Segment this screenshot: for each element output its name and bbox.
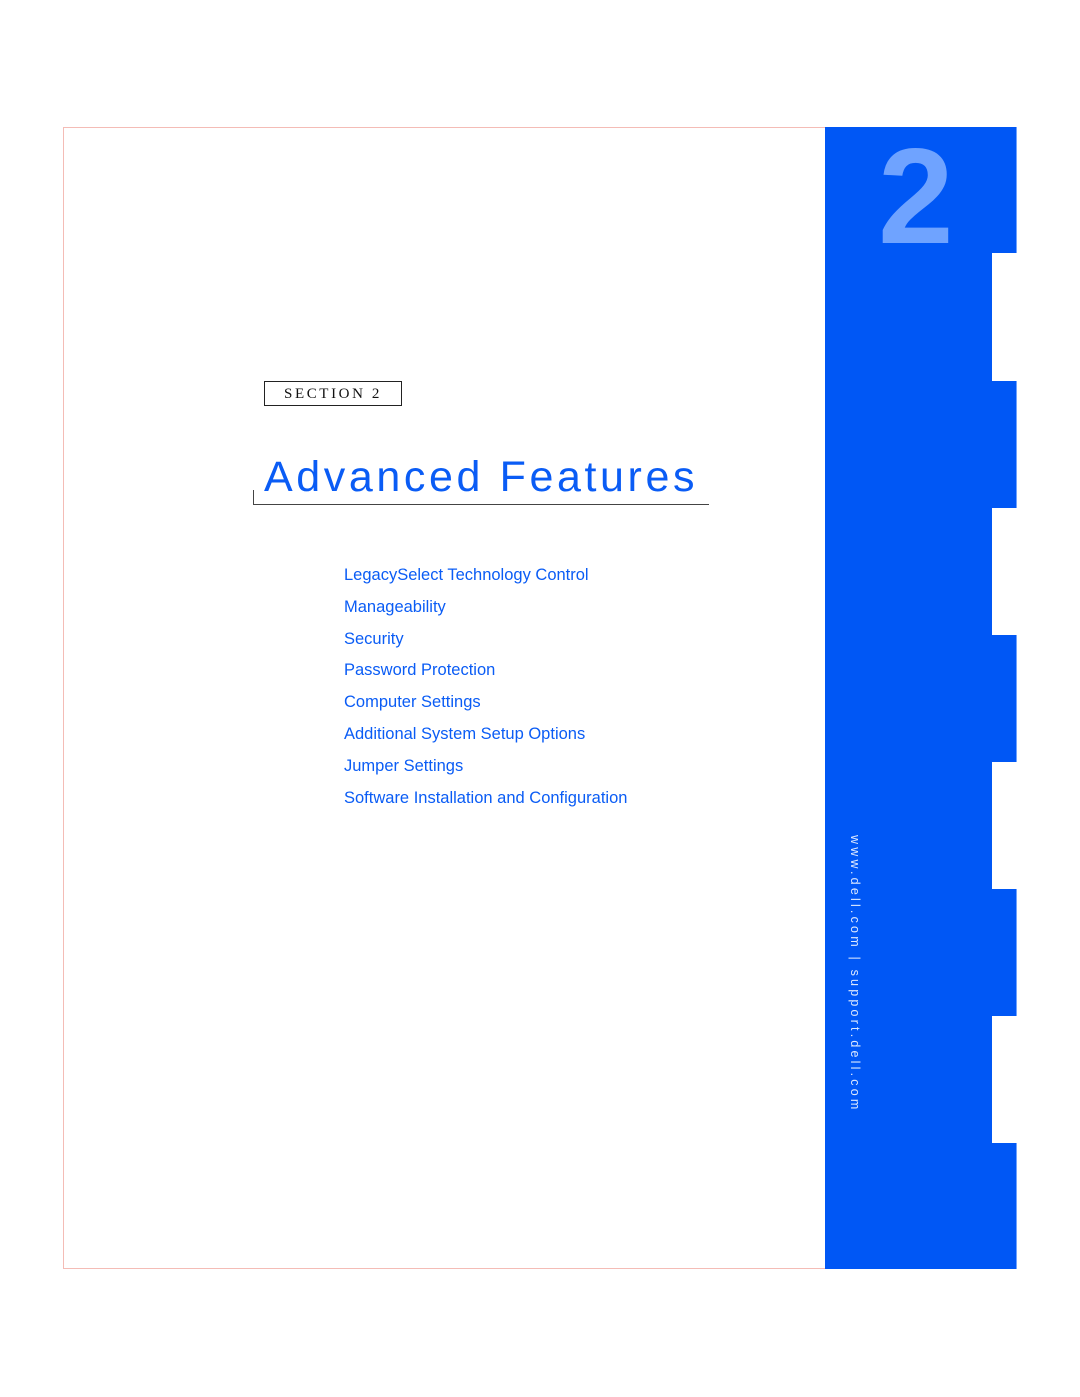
page-title: Advanced Features — [264, 453, 699, 501]
table-of-contents: LegacySelect Technology Control Manageab… — [344, 564, 627, 818]
toc-link-computer-settings[interactable]: Computer Settings — [344, 691, 627, 723]
toc-link-security[interactable]: Security — [344, 628, 627, 660]
chapter-tab — [991, 889, 1016, 1016]
website-url: www.dell.com | support.dell.com — [848, 835, 862, 1113]
toc-link-legacyselect[interactable]: LegacySelect Technology Control — [344, 564, 627, 596]
title-rule — [253, 504, 709, 505]
toc-link-software-installation[interactable]: Software Installation and Configuration — [344, 787, 627, 819]
chapter-tab-active — [991, 127, 1016, 253]
title-rule-tick — [253, 490, 254, 505]
toc-link-password-protection[interactable]: Password Protection — [344, 659, 627, 691]
toc-link-system-setup-options[interactable]: Additional System Setup Options — [344, 723, 627, 755]
toc-link-manageability[interactable]: Manageability — [344, 596, 627, 628]
chapter-tab — [991, 635, 1016, 762]
chapter-tab — [991, 381, 1016, 508]
chapter-tab — [991, 1143, 1016, 1269]
toc-link-jumper-settings[interactable]: Jumper Settings — [344, 755, 627, 787]
chapter-number: 2 — [878, 120, 954, 272]
section-label: SECTION 2 — [264, 381, 402, 406]
